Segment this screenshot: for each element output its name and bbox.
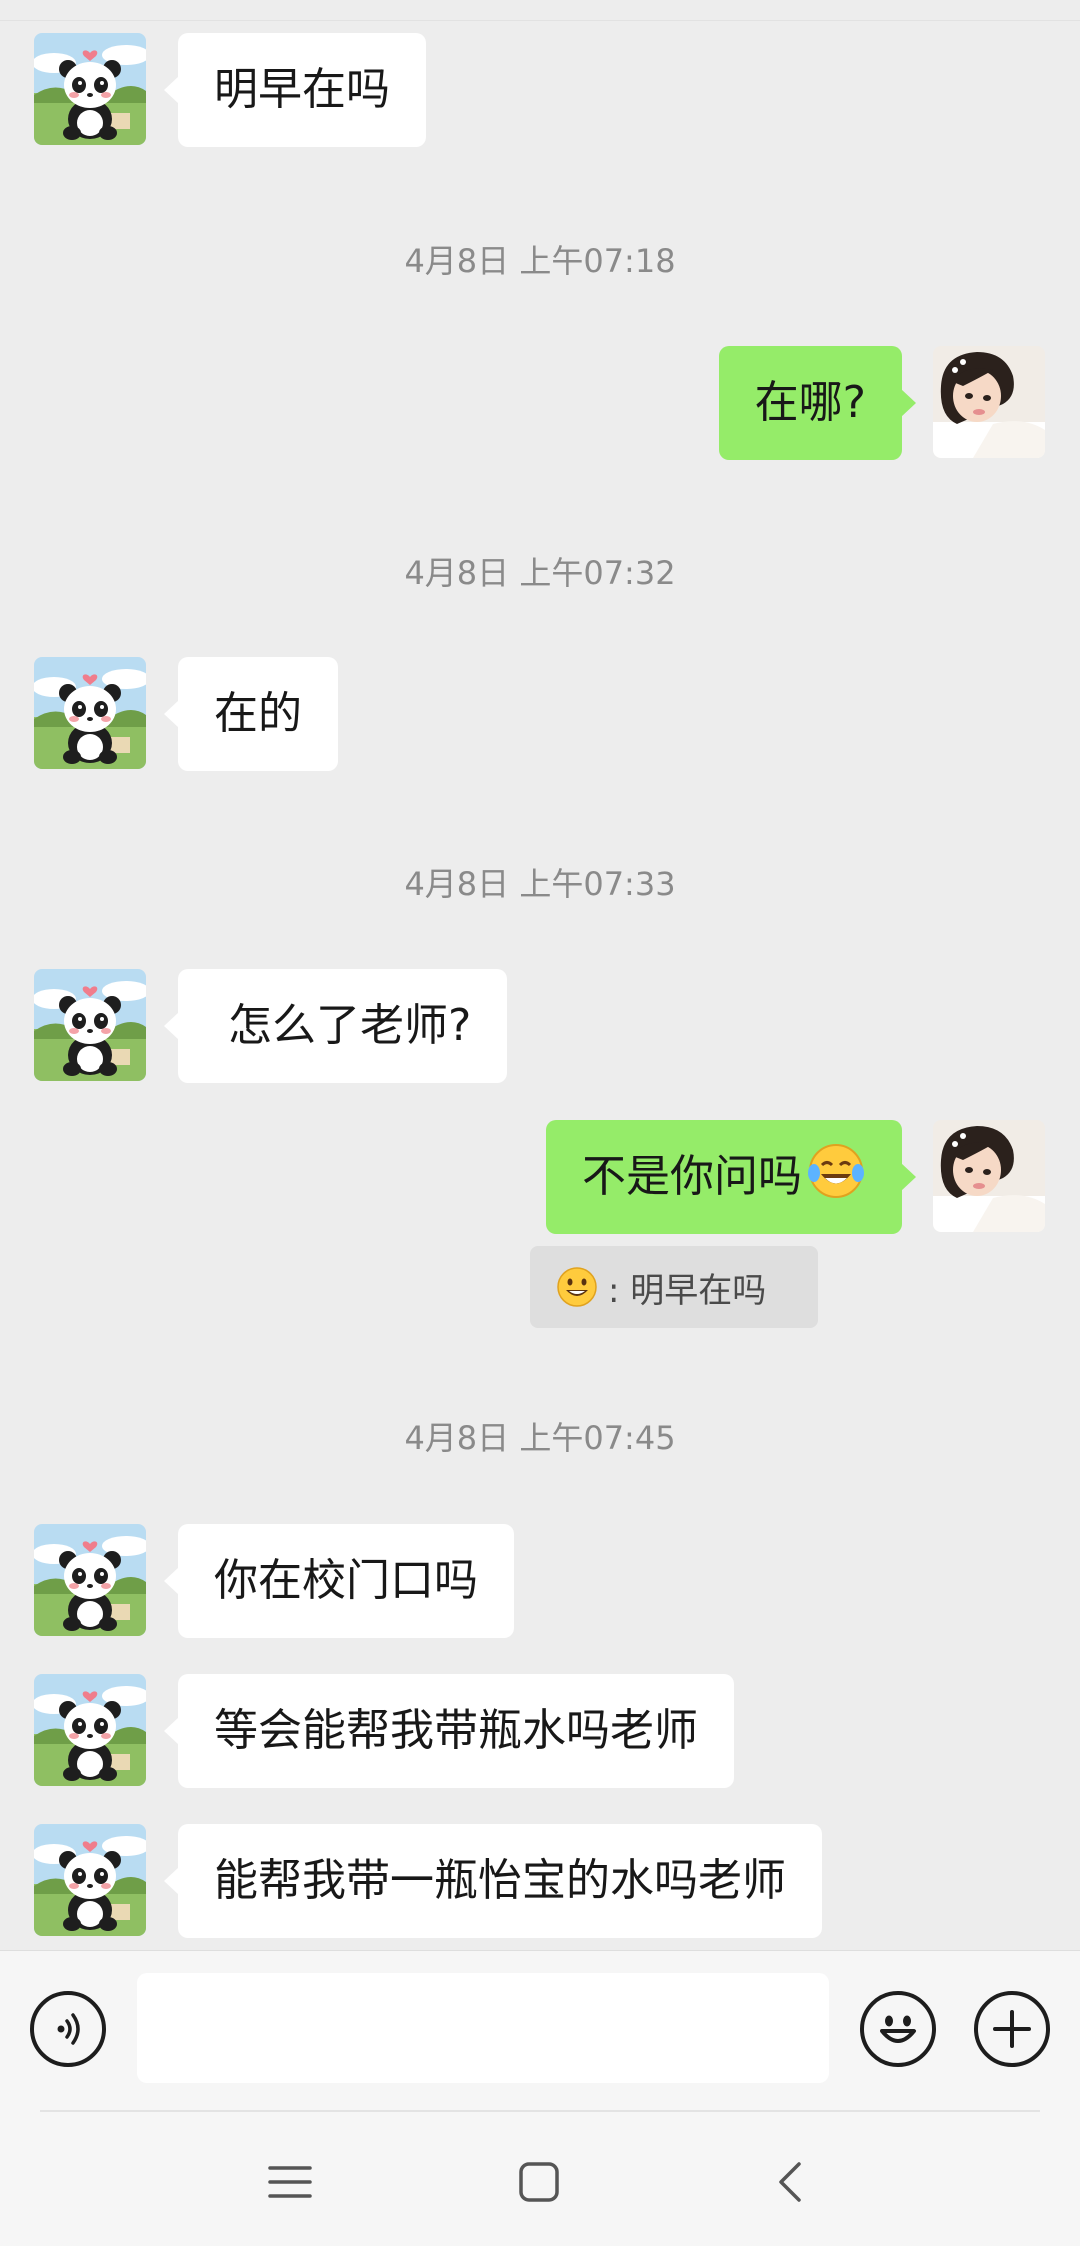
incoming-message[interactable]: 明早在吗 [164,33,426,147]
incoming-message[interactable]: 能帮我带一瓶怡宝的水吗老师 [164,1824,822,1938]
emoji-icon [880,2015,916,2043]
emoji-button[interactable] [860,1991,936,2067]
tears-of-joy-emoji-icon [808,1144,864,1198]
contact-avatar[interactable] [34,1524,146,1636]
contact-avatar[interactable] [34,1674,146,1786]
outgoing-message[interactable]: 在哪? [718,346,917,460]
contact-avatar[interactable] [34,657,146,769]
quoted-text: : 明早在吗 [608,1270,767,1311]
message-input[interactable] [137,1973,829,2083]
incoming-message[interactable]: 怎么了老师? [163,969,508,1083]
quoted-message[interactable]: : 明早在吗 [530,1246,818,1328]
home-button[interactable] [509,2152,569,2212]
message-text: 不是你问吗 [582,1151,802,1202]
timestamp: 4月8日 上午07:18 [404,242,676,280]
system-nav-bar [0,2110,1080,2246]
my-avatar[interactable] [933,346,1045,458]
contact-avatar[interactable] [34,969,146,1081]
incoming-message[interactable]: 你在校门口吗 [164,1524,514,1638]
back-icon [779,2162,801,2202]
voice-button[interactable] [30,1991,106,2067]
contact-avatar[interactable] [34,33,146,145]
outgoing-message[interactable]: 不是你问吗 [546,1120,916,1234]
timestamp: 4月8日 上午07:45 [404,1419,676,1457]
contact-avatar[interactable] [34,1824,146,1936]
divider [40,2110,1040,2112]
home-icon [519,2162,559,2202]
back-button[interactable] [760,2152,820,2212]
plus-icon [993,2010,1031,2048]
plus-button[interactable] [974,1991,1050,2067]
menu-button[interactable] [260,2152,320,2212]
incoming-message[interactable]: 在的 [164,657,338,771]
input-bar [0,1950,1080,2110]
timestamp: 4月8日 上午07:33 [404,865,676,903]
chat-area[interactable]: 明早在吗 4月8日 上午07:18 在哪? 4月8日 上午07:32 在的 4月… [0,0,1080,1950]
my-avatar[interactable] [933,1120,1045,1232]
menu-icon [268,2166,312,2198]
grinning-face-emoji-icon [557,1267,597,1307]
voice-icon [57,2013,80,2045]
incoming-message[interactable]: 等会能帮我带瓶水吗老师 [164,1674,734,1788]
divider [0,20,1080,21]
timestamp: 4月8日 上午07:32 [404,554,676,592]
